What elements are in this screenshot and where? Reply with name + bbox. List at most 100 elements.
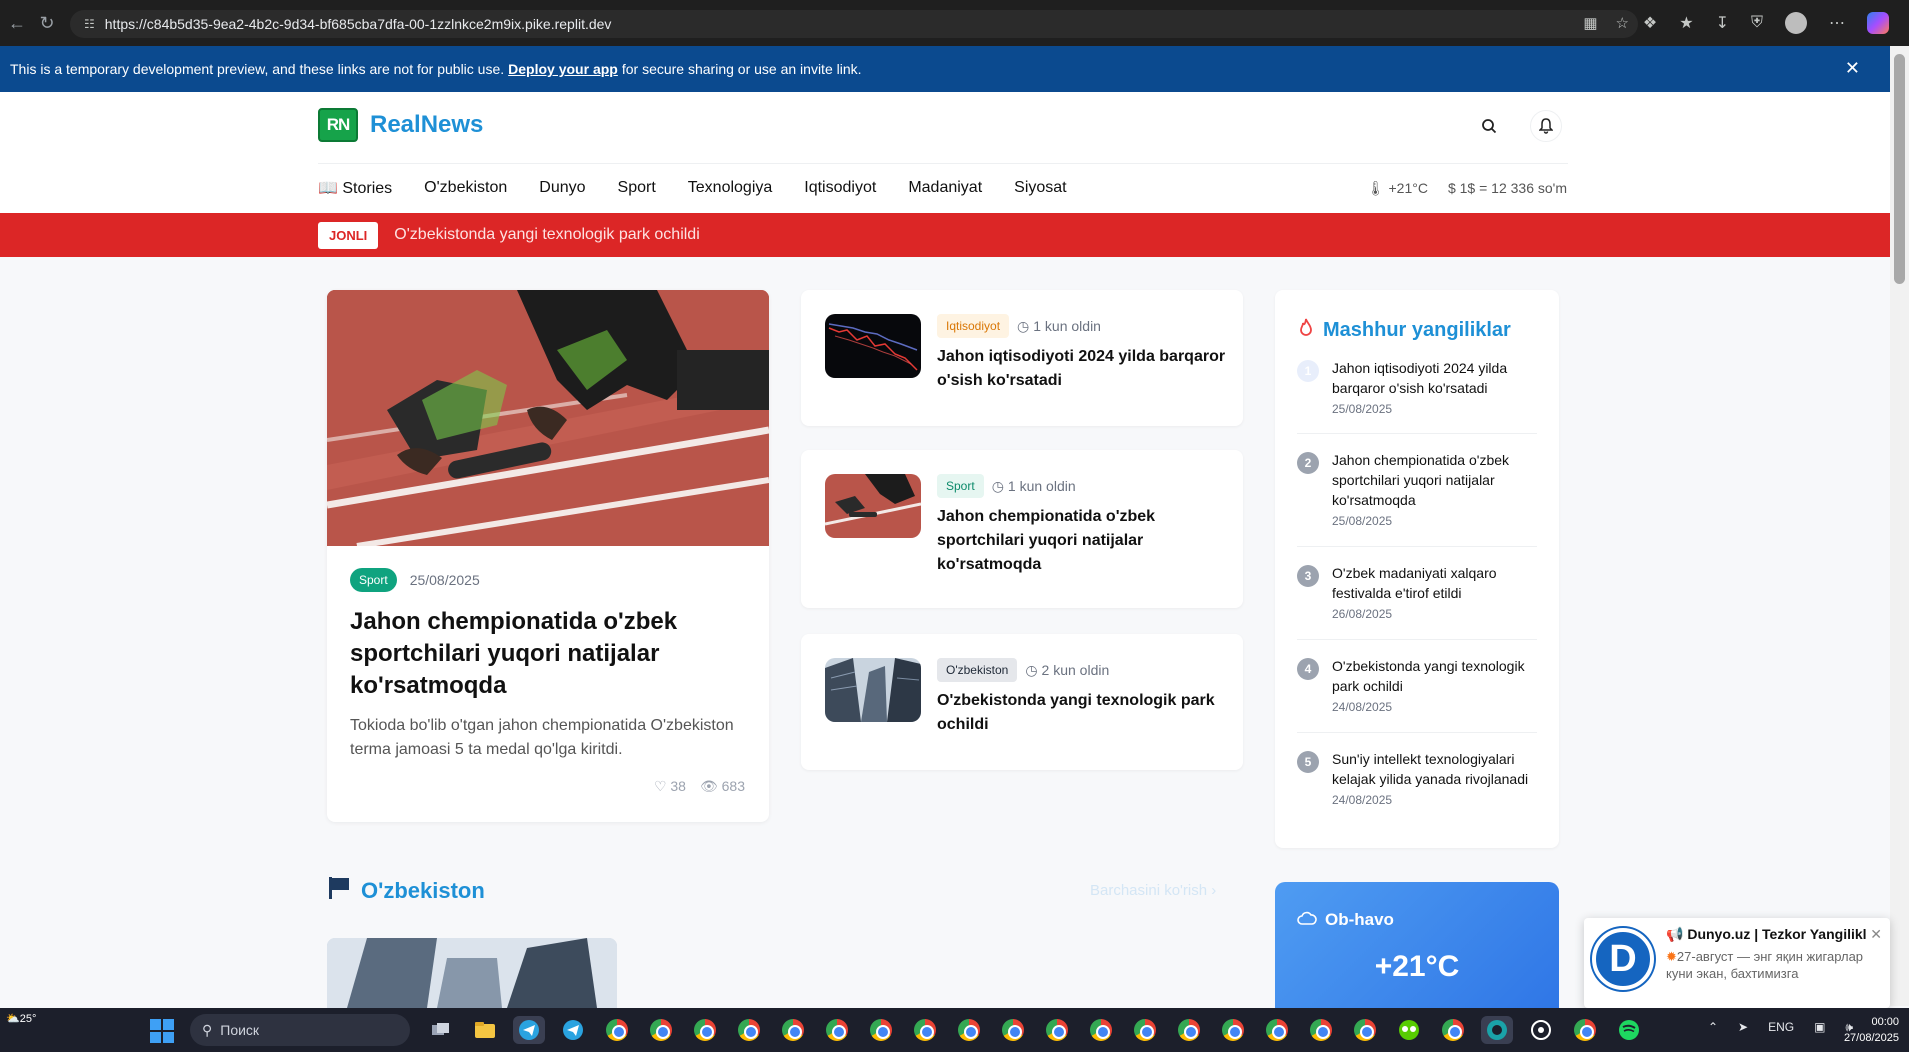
downloads-icon[interactable]: ↧ (1716, 13, 1729, 33)
category-badge[interactable]: Sport (937, 474, 984, 498)
banner-text-after: for secure sharing or use an invite link… (621, 61, 862, 77)
chrome-icon[interactable] (865, 1016, 897, 1044)
nav-item-siyosat[interactable]: Siyosat (1014, 179, 1066, 197)
chrome-icon[interactable] (1041, 1016, 1073, 1044)
task-view-icon[interactable] (425, 1016, 457, 1044)
reload-icon[interactable]: ↻ (32, 8, 62, 38)
trending-item[interactable]: 5 Sun'iy intellekt texnologiyalari kelaj… (1297, 751, 1537, 811)
chrome-icon[interactable] (1261, 1016, 1293, 1044)
chrome-icon[interactable] (1305, 1016, 1337, 1044)
site-info-icon[interactable]: ☷ (84, 17, 95, 31)
favorites-icon[interactable]: ★ (1679, 13, 1693, 33)
telegram-icon[interactable] (513, 1016, 545, 1044)
app-available-icon[interactable]: ▦ (1583, 14, 1597, 32)
chrome-icon[interactable] (777, 1016, 809, 1044)
language-indicator[interactable]: ENG (1768, 1020, 1794, 1035)
system-tray: ⌃ ➤ ENG ▣ 🕪 (1708, 1020, 1853, 1035)
category-badge[interactable]: Sport (350, 568, 397, 592)
taskbar-weather[interactable]: ⛅25° (6, 1012, 36, 1025)
address-bar[interactable]: ☷ https://c84b5d35-9ea2-4b2c-9d34-bf685c… (70, 10, 1638, 38)
search-icon[interactable] (1473, 110, 1505, 142)
profile-avatar[interactable] (1785, 12, 1807, 34)
trending-item-title[interactable]: Jahon iqtisodiyoti 2024 yilda barqaror o… (1332, 358, 1537, 398)
extensions-icon[interactable]: ❖ (1643, 13, 1657, 33)
breaking-news-bar: JONLI O'zbekistonda yangi texnologik par… (0, 213, 1890, 257)
scrollbar-thumb[interactable] (1894, 54, 1905, 284)
article-thumbnail[interactable] (327, 938, 617, 1008)
chrome-icon[interactable] (1173, 1016, 1205, 1044)
see-all-link[interactable]: Barchasini ko'rish › (1090, 882, 1216, 899)
chrome-icon[interactable] (997, 1016, 1029, 1044)
telegram-icon[interactable] (557, 1016, 589, 1044)
chrome-icon[interactable] (689, 1016, 721, 1044)
category-badge[interactable]: O'zbekiston (937, 658, 1018, 682)
chrome-icon[interactable] (909, 1016, 941, 1044)
trending-item-title[interactable]: O'zbekistonda yangi texnologik park ochi… (1332, 656, 1537, 696)
trending-item-title[interactable]: Jahon chempionatida o'zbek sportchilari … (1332, 450, 1537, 510)
deploy-link[interactable]: Deploy your app (508, 61, 618, 77)
likes-stat[interactable]: ♡ 38 (654, 778, 686, 795)
browser-actions: ❖ ★ ↧ ⛨ ⋯ (1643, 12, 1889, 34)
chrome-icon[interactable] (1569, 1016, 1601, 1044)
file-explorer-icon[interactable] (469, 1016, 501, 1044)
nav-item-stories[interactable]: 📖 Stories (318, 178, 392, 198)
nav-item-dunyo[interactable]: Dunyo (539, 179, 585, 197)
favorite-star-icon[interactable]: ☆ (1616, 14, 1629, 32)
windows-start-icon[interactable] (150, 1019, 174, 1043)
trending-item[interactable]: 3 O'zbek madaniyati xalqaro festivalda e… (1297, 565, 1537, 625)
chrome-icon[interactable] (953, 1016, 985, 1044)
location-icon[interactable]: ➤ (1738, 1020, 1748, 1035)
owl-app-icon[interactable] (1393, 1016, 1425, 1044)
nav-item-sport[interactable]: Sport (618, 179, 656, 197)
chevron-up-icon[interactable]: ⌃ (1708, 1020, 1718, 1035)
spotify-icon[interactable] (1613, 1016, 1645, 1044)
news-card[interactable]: Sport ◷ 1 kun oldin Jahon chempionatida … (801, 450, 1243, 608)
nav-item-texnologiya[interactable]: Texnologiya (688, 179, 773, 197)
news-title[interactable]: O'zbekistonda yangi texnologik park ochi… (937, 689, 1227, 737)
notification-toast[interactable]: D 📢 Dunyo.uz | Tezkor Yangiliklar ✹27-ав… (1584, 918, 1890, 1008)
chrome-icon[interactable] (821, 1016, 853, 1044)
nav-item-iqtisodiyot[interactable]: Iqtisodiyot (804, 179, 876, 197)
trending-item[interactable]: 4 O'zbekistonda yangi texnologik park oc… (1297, 658, 1537, 718)
nav-item-madaniyat[interactable]: Madaniyat (908, 179, 982, 197)
news-card[interactable]: O'zbekiston ◷ 2 kun oldin O'zbekistonda … (801, 634, 1243, 770)
more-menu-icon[interactable]: ⋯ (1829, 13, 1845, 33)
chatgpt-icon[interactable] (1525, 1016, 1557, 1044)
featured-article[interactable]: Sport 25/08/2025 Jahon chempionatida o'z… (327, 290, 769, 822)
trending-item-date: 24/08/2025 (1332, 793, 1393, 807)
category-badge[interactable]: Iqtisodiyot (937, 314, 1010, 338)
chrome-icon[interactable] (1217, 1016, 1249, 1044)
breaking-headline[interactable]: O'zbekistonda yangi texnologik park ochi… (394, 226, 699, 244)
clock-time: 00:00 (1871, 1016, 1899, 1028)
trending-item[interactable]: 2 Jahon chempionatida o'zbek sportchilar… (1297, 452, 1537, 532)
thermometer-icon: 🌡 (1366, 180, 1385, 196)
back-icon[interactable]: ← (2, 8, 32, 38)
chrome-icon[interactable] (1437, 1016, 1469, 1044)
chrome-icon[interactable] (601, 1016, 633, 1044)
chrome-icon[interactable] (733, 1016, 765, 1044)
nav-item-ozbekiston[interactable]: O'zbekiston (424, 179, 507, 197)
trending-item-title[interactable]: Sun'iy intellekt texnologiyalari kelajak… (1332, 749, 1537, 789)
taskbar-apps (425, 1016, 1645, 1044)
site-logo[interactable]: RN RealNews (318, 108, 483, 142)
close-icon[interactable]: ✕ (1870, 926, 1882, 943)
page-scrollbar[interactable] (1890, 46, 1909, 1006)
edge-icon[interactable] (1481, 1016, 1513, 1044)
news-title[interactable]: Jahon iqtisodiyoti 2024 yilda barqaror o… (937, 345, 1227, 393)
bell-icon[interactable] (1530, 110, 1562, 142)
close-icon[interactable]: ✕ (1845, 58, 1860, 79)
featured-title[interactable]: Jahon chempionatida o'zbek sportchilari … (350, 606, 750, 702)
news-title[interactable]: Jahon chempionatida o'zbek sportchilari … (937, 505, 1227, 577)
trending-item-title[interactable]: O'zbek madaniyati xalqaro festivalda e't… (1332, 563, 1537, 603)
trending-item[interactable]: 1 Jahon iqtisodiyoti 2024 yilda barqaror… (1297, 360, 1537, 420)
taskbar-clock[interactable]: 00:00 27/08/2025 (1844, 1014, 1899, 1046)
taskbar-search[interactable]: ⚲ Поиск (190, 1014, 410, 1046)
chrome-icon[interactable] (645, 1016, 677, 1044)
browser-essentials-icon[interactable]: ⛨ (1751, 14, 1763, 32)
chrome-icon[interactable] (1129, 1016, 1161, 1044)
chrome-icon[interactable] (1085, 1016, 1117, 1044)
chrome-icon[interactable] (1349, 1016, 1381, 1044)
copilot-icon[interactable] (1867, 12, 1889, 34)
news-card[interactable]: Iqtisodiyot ◷ 1 kun oldin Jahon iqtisodi… (801, 290, 1243, 426)
network-icon[interactable]: ▣ (1814, 1020, 1825, 1035)
